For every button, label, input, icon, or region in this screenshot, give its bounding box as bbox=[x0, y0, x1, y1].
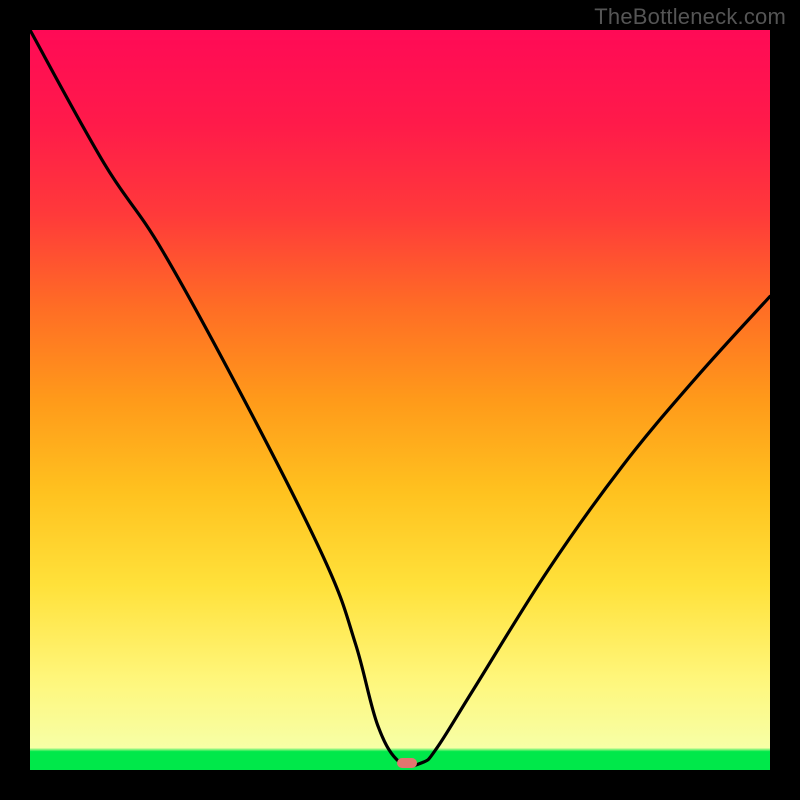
curve-path bbox=[30, 30, 770, 766]
bottleneck-curve bbox=[30, 30, 770, 770]
plot-area bbox=[30, 30, 770, 770]
watermark-text: TheBottleneck.com bbox=[594, 4, 786, 30]
minimum-marker bbox=[397, 758, 417, 768]
chart-frame: TheBottleneck.com bbox=[0, 0, 800, 800]
